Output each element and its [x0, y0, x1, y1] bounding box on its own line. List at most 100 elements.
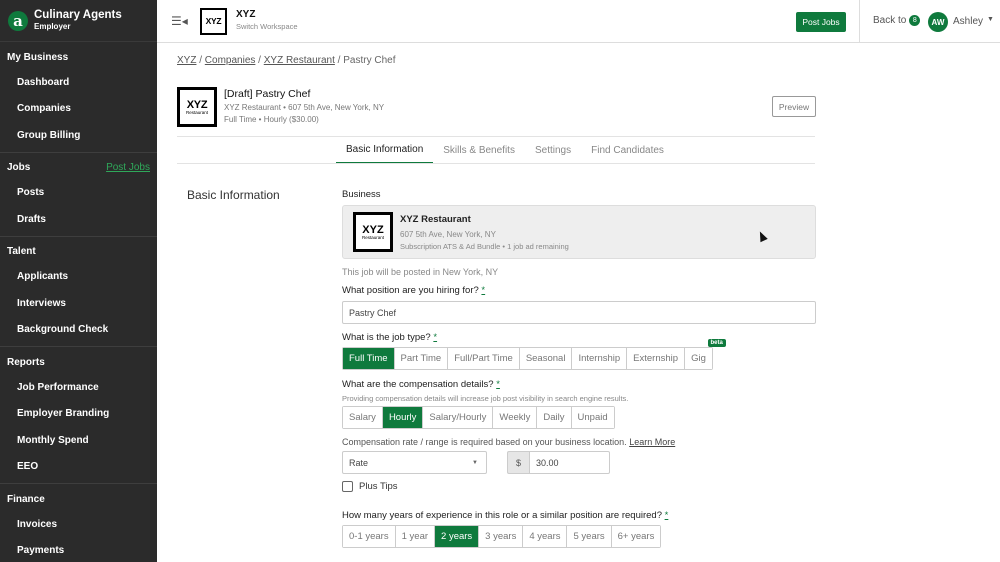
position-label: What position are you hiring for? *	[342, 285, 816, 296]
experience-option-3-years[interactable]: 3 years	[479, 526, 524, 547]
job-location: XYZ Restaurant • 607 5th Ave, New York, …	[224, 103, 385, 112]
sidebar-item-employer-branding[interactable]: Employer Branding	[0, 401, 157, 428]
job-type-option-externship[interactable]: Externship	[627, 348, 686, 369]
experience-option-1-year[interactable]: 1 year	[395, 526, 436, 547]
sidebar-item-invoices[interactable]: Invoices	[0, 511, 157, 538]
sidebar-section-jobs: Jobs Post Jobs Posts Drafts	[0, 156, 157, 237]
comp-type-option-unpaid[interactable]: Unpaid	[571, 407, 614, 428]
rate-note: Compensation rate / range is required ba…	[342, 437, 816, 447]
sidebar-item-companies[interactable]: Companies	[0, 96, 157, 123]
job-type-label: What is the job type? *	[342, 332, 816, 343]
menu-collapse-icon[interactable]: ☰◂	[171, 14, 188, 28]
sidebar-section-header: Reports	[0, 350, 157, 374]
tab-find-candidates[interactable]: Find Candidates	[581, 137, 674, 164]
topbar: ☰◂ XYZ XYZ Switch Workspace Post Jobs Ba…	[157, 0, 1000, 43]
experience-option-6-years[interactable]: 6+ years	[611, 526, 661, 547]
experience-option-0-1-years[interactable]: 0-1 years	[343, 526, 396, 547]
switch-workspace-link[interactable]: Switch Workspace	[236, 21, 298, 33]
avatar[interactable]: AW	[928, 12, 948, 32]
comp-type-option-label: Weekly	[499, 412, 531, 423]
job-type-option-internship[interactable]: Internship	[572, 348, 628, 369]
logo-subtext: Restaurant	[361, 234, 384, 240]
experience-option-label: 5 years	[573, 531, 605, 542]
business-card[interactable]: XYZ Restaurant XYZ Restaurant 607 5th Av…	[342, 205, 816, 259]
business-logo: XYZ Restaurant	[353, 212, 393, 252]
sidebar-post-jobs-link[interactable]: Post Jobs	[106, 162, 150, 173]
divider	[177, 163, 815, 164]
business-plan: Subscription ATS & Ad Bundle • 1 job ad …	[400, 242, 569, 251]
experience-option-5-years[interactable]: 5 years	[567, 526, 612, 547]
comp-type-group: Salary Hourly Salary/Hourly Weekly Daily Unpa…	[342, 406, 615, 429]
comp-label: What are the compensation details? *	[342, 379, 816, 390]
sidebar-item-job-performance[interactable]: Job Performance	[0, 374, 157, 401]
sidebar-section-header: Jobs Post Jobs	[0, 156, 157, 180]
job-type-option-full-time[interactable]: Full Time	[343, 348, 395, 369]
required-marker: *	[433, 332, 438, 343]
chevron-down-icon: ▼	[472, 459, 478, 466]
sidebar-item-interviews[interactable]: Interviews	[0, 290, 157, 317]
comp-type-option-salary[interactable]: Salary	[343, 407, 383, 428]
sidebar-item-drafts[interactable]: Drafts	[0, 206, 157, 233]
workspace-name: XYZ	[236, 9, 256, 20]
experience-option-label: 2 years	[441, 531, 473, 542]
plus-tips-row[interactable]: Plus Tips	[342, 481, 816, 492]
brand[interactable]: a Culinary Agents Employer	[0, 0, 157, 42]
experience-group: 0-1 years 1 year 2 years 3 years 4 years 5 ye…	[342, 525, 662, 548]
plus-tips-checkbox[interactable]	[342, 481, 353, 492]
breadcrumb-link[interactable]: Companies	[205, 55, 256, 66]
section-title: Basic Information	[187, 188, 280, 202]
comp-type-option-hourly[interactable]: Hourly	[382, 407, 424, 428]
job-type-option-part-time[interactable]: Part Time	[394, 348, 449, 369]
preview-button[interactable]: Preview	[772, 96, 816, 117]
tab-basic-information[interactable]: Basic Information	[336, 137, 434, 164]
job-type-label-text: What is the job type?	[342, 332, 431, 343]
job-type-option-gig[interactable]: Gig beta	[685, 339, 726, 369]
currency-addon: $	[507, 451, 529, 474]
sidebar-section-my-business: My Business Dashboard Companies Group Billi…	[0, 45, 157, 153]
breadcrumb-link[interactable]: XYZ Restaurant	[264, 55, 335, 66]
sidebar-item-monthly-spend[interactable]: Monthly Spend	[0, 427, 157, 454]
plus-tips-label: Plus Tips	[359, 481, 398, 492]
sidebar-section-title: Jobs	[7, 162, 31, 173]
comp-type-option-salary-hourly[interactable]: Salary/Hourly	[423, 407, 494, 428]
user-name[interactable]: Ashley	[953, 16, 983, 27]
post-jobs-button[interactable]: Post Jobs	[796, 12, 846, 32]
comp-type-option-weekly[interactable]: Weekly	[493, 407, 538, 428]
experience-option-label: 0-1 years	[349, 531, 389, 542]
sidebar-item-dashboard[interactable]: Dashboard	[0, 69, 157, 96]
sidebar-section-title: Talent	[7, 246, 36, 257]
tab-skills-benefits[interactable]: Skills & Benefits	[433, 137, 525, 164]
sidebar-item-background-check[interactable]: Background Check	[0, 317, 157, 344]
chevron-down-icon[interactable]: ▼	[987, 16, 994, 23]
position-label-text: What position are you hiring for?	[342, 285, 479, 296]
experience-option-2-years[interactable]: 2 years	[435, 526, 480, 547]
workspace-logo[interactable]: XYZ	[200, 7, 227, 35]
amount-input[interactable]: 30.00	[529, 451, 610, 474]
rate-select[interactable]: Rate ▼	[342, 451, 487, 474]
breadcrumb-link[interactable]: XYZ	[177, 55, 196, 66]
job-type-option-label: Part Time	[400, 353, 442, 364]
brand-sub: Employer	[34, 21, 71, 31]
sidebar-item-group-billing[interactable]: Group Billing	[0, 122, 157, 149]
comp-type-option-daily[interactable]: Daily	[537, 407, 572, 428]
learn-more-link[interactable]: Learn More	[629, 437, 675, 447]
sidebar-item-posts[interactable]: Posts	[0, 180, 157, 207]
brand-name: Culinary Agents	[34, 8, 122, 21]
back-to-button[interactable]: Back to 8	[873, 15, 921, 26]
tab-settings[interactable]: Settings	[525, 137, 581, 164]
comp-type-option-label: Salary/Hourly	[429, 412, 487, 423]
sidebar-item-applicants[interactable]: Applicants	[0, 264, 157, 291]
logo-text: XYZ	[362, 223, 384, 236]
experience-option-4-years[interactable]: 4 years	[523, 526, 568, 547]
back-to-count-badge: 8	[909, 15, 921, 26]
job-type-option-full-part-time[interactable]: Full/Part Time	[448, 348, 520, 369]
sidebar-item-eeo[interactable]: EEO	[0, 454, 157, 481]
job-type-option-label: Full Time	[349, 353, 388, 364]
sidebar-item-payments[interactable]: Payments	[0, 538, 157, 562]
job-type-option-label: Gig	[691, 353, 706, 364]
comp-type-option-label: Salary	[349, 412, 376, 423]
position-input[interactable]: Pastry Chef	[342, 301, 816, 324]
job-type-option-seasonal[interactable]: Seasonal	[519, 348, 573, 369]
rate-row: Rate ▼ $ 30.00	[342, 451, 816, 474]
job-type-summary: Full Time • Hourly ($30.00)	[224, 115, 319, 124]
